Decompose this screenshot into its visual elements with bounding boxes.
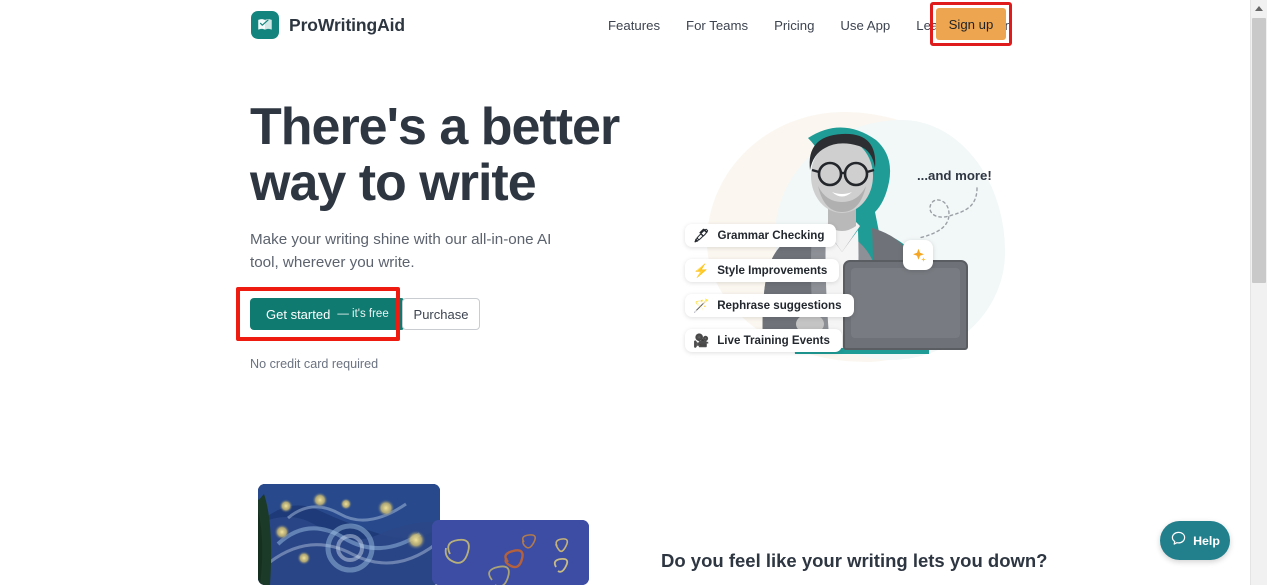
feature-chip-list: 🖋 Grammar Checking ⚡ Style Improvements … xyxy=(685,224,854,352)
book-logo-icon xyxy=(251,11,279,39)
page-title: There's a better way to write xyxy=(250,98,620,212)
help-widget-button[interactable]: Help xyxy=(1160,521,1230,560)
get-started-button[interactable]: Get started — it's free xyxy=(250,298,405,330)
lightning-bolt-icon: ⚡ xyxy=(693,263,710,278)
site-header: ProWritingAid Features For Teams Pricing… xyxy=(0,0,1250,50)
brand-name: ProWritingAid xyxy=(289,14,406,35)
no-credit-card-note: No credit card required xyxy=(250,357,379,371)
help-label: Help xyxy=(1193,533,1220,548)
hero-subtitle: Make your writing shine with our all-in-… xyxy=(250,231,552,271)
laptop-icon xyxy=(843,260,968,350)
sign-up-button[interactable]: Sign up xyxy=(936,8,1006,40)
browser-page: ProWritingAid Features For Teams Pricing… xyxy=(0,0,1267,585)
feature-chip-grammar-checking: 🖋 Grammar Checking xyxy=(685,224,837,247)
nav-item-features[interactable]: Features xyxy=(595,12,673,39)
video-camera-icon: 🎥 xyxy=(693,333,710,348)
feature-chip-label: Grammar Checking xyxy=(717,229,825,242)
magic-wand-icon: 🪄 xyxy=(693,298,710,313)
starry-night-artwork xyxy=(258,484,440,585)
scroll-up-arrow-icon[interactable] xyxy=(1251,0,1267,17)
chat-bubble-icon xyxy=(1170,530,1187,552)
feature-chip-style-improvements: ⚡ Style Improvements xyxy=(685,259,840,282)
get-started-suffix: — it's free xyxy=(337,308,389,320)
and-more-label: ...and more! xyxy=(917,168,992,183)
feature-chip-label: Live Training Events xyxy=(717,334,830,347)
hero-illustration: 🖋 Grammar Checking ⚡ Style Improvements … xyxy=(655,100,1015,375)
nav-item-for-teams[interactable]: For Teams xyxy=(673,12,761,39)
vertical-scrollbar[interactable] xyxy=(1250,0,1267,585)
feature-chip-rephrase-suggestions: 🪄 Rephrase suggestions xyxy=(685,294,854,317)
nav-item-use-app[interactable]: Use App xyxy=(827,12,903,39)
section-heading: Do you feel like your writing lets you d… xyxy=(661,550,1048,571)
brand-logo[interactable]: ProWritingAid xyxy=(251,11,405,39)
feature-chip-label: Style Improvements xyxy=(717,264,828,277)
get-started-label: Get started xyxy=(266,306,331,322)
blue-swirl-artwork xyxy=(432,520,589,585)
pen-icon: 🖋 xyxy=(693,228,710,243)
dotted-arrow-icon xyxy=(918,187,978,239)
scrollbar-thumb[interactable] xyxy=(1252,18,1266,283)
nav-item-pricing[interactable]: Pricing xyxy=(761,12,827,39)
purchase-button[interactable]: Purchase xyxy=(402,298,480,330)
feature-chip-live-training-events: 🎥 Live Training Events xyxy=(685,329,842,352)
feature-chip-label: Rephrase suggestions xyxy=(717,299,842,312)
